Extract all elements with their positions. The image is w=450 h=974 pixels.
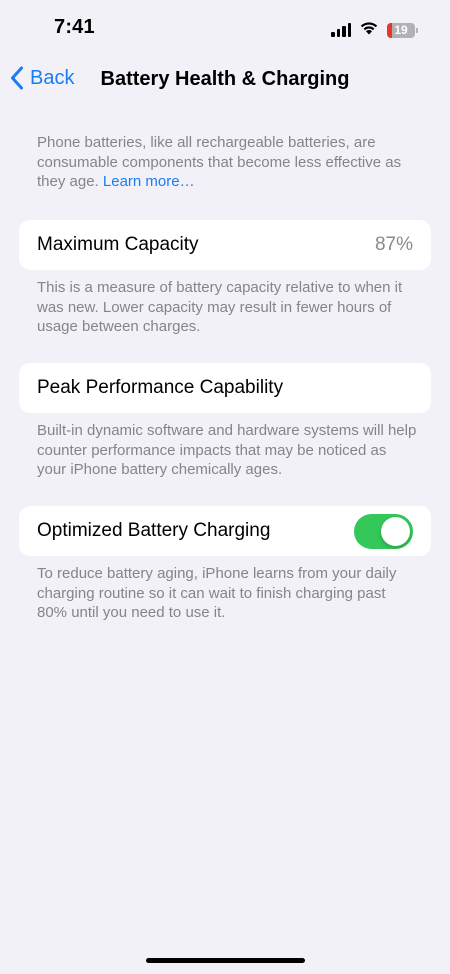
maximum-capacity-row: Maximum Capacity 87%: [19, 220, 431, 270]
intro-description: Phone batteries, like all rechargeable b…: [37, 133, 417, 192]
learn-more-link[interactable]: Learn more…: [103, 173, 195, 190]
status-icons: 19: [331, 20, 418, 40]
status-time: 7:41: [54, 16, 95, 38]
optimized-charging-toggle[interactable]: [354, 513, 413, 549]
back-label: Back: [30, 66, 75, 89]
peak-performance-label: Peak Performance Capability: [37, 377, 284, 398]
cellular-signal-icon: [331, 23, 351, 37]
home-indicator[interactable]: [146, 958, 305, 963]
maximum-capacity-footnote: This is a measure of battery capacity re…: [37, 279, 403, 335]
optimized-charging-label: Optimized Battery Charging: [37, 520, 271, 541]
status-bar: 7:41 19: [0, 0, 450, 58]
navigation-bar: Battery Health & Charging Back: [0, 58, 450, 102]
peak-performance-row[interactable]: Peak Performance Capability: [19, 363, 431, 413]
battery-fill: [387, 22, 393, 38]
battery-level: 19: [394, 23, 408, 37]
optimized-charging-footnote: To reduce battery aging, iPhone learns f…: [37, 565, 397, 621]
maximum-capacity-value: 87%: [374, 234, 413, 255]
wifi-icon: [359, 20, 379, 40]
peak-performance-footnote: Built-in dynamic software and hardware s…: [37, 422, 417, 478]
battery-icon: 19: [387, 22, 415, 38]
optimized-charging-row: Optimized Battery Charging: [19, 506, 431, 556]
maximum-capacity-label: Maximum Capacity: [37, 234, 199, 255]
intro-text: Phone batteries, like all rechargeable b…: [37, 134, 402, 190]
battery-tip: [416, 27, 418, 33]
chevron-left-icon: [10, 66, 24, 90]
toggle-knob: [381, 516, 410, 546]
back-button[interactable]: Back: [10, 66, 74, 90]
